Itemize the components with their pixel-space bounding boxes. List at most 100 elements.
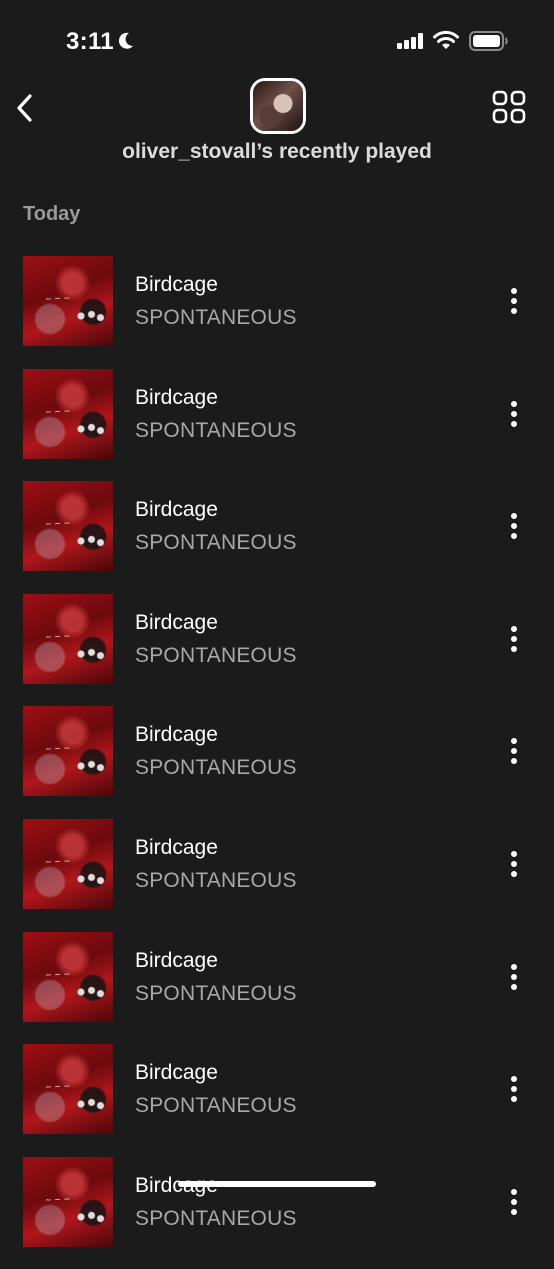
cover-art-detail [75, 758, 105, 775]
album-cover: ~ ~ ~ [23, 931, 113, 1022]
more-options-button[interactable] [500, 960, 528, 994]
cover-art-text: ~ ~ ~ [44, 518, 71, 529]
more-dot-icon [511, 410, 517, 417]
more-dot-icon [511, 1188, 517, 1195]
track-title: Birdcage [135, 385, 218, 409]
more-options-button[interactable] [500, 509, 528, 543]
status-bar: 3:11 [0, 0, 554, 80]
cover-art-text: ~ ~ ~ [44, 631, 71, 642]
cover-art-detail [75, 308, 105, 324]
track-list: ~ ~ ~ Birdcage SPONTANEOUS ~ ~ ~ Birdcage SPO… [0, 256, 554, 1269]
track-artist: SPONTANEOUS [135, 418, 297, 442]
battery-icon [469, 31, 508, 51]
album-cover: ~ ~ ~ [23, 1156, 113, 1247]
more-dot-icon [511, 635, 517, 642]
avatar-image [253, 81, 303, 131]
track-artist: SPONTANEOUS [135, 643, 297, 667]
cover-art-text: ~ ~ ~ [44, 856, 71, 867]
more-dot-icon [511, 288, 517, 294]
header: oliver_stovall’s recently played [0, 70, 554, 180]
section-label-today: Today [23, 203, 81, 225]
album-cover: ~ ~ ~ [23, 706, 113, 797]
status-time: 3:11 [66, 28, 114, 55]
more-dot-icon [511, 645, 517, 652]
track-title: Birdcage [135, 273, 218, 296]
album-cover: ~ ~ ~ [23, 593, 113, 684]
cover-art-detail [75, 1096, 105, 1113]
more-options-button[interactable] [500, 1072, 528, 1106]
track-artist: SPONTANEOUS [135, 756, 297, 780]
album-cover: ~ ~ ~ [23, 368, 113, 459]
more-dot-icon [511, 748, 517, 755]
album-cover: ~ ~ ~ [23, 1044, 113, 1135]
track-artist: SPONTANEOUS [135, 531, 297, 555]
more-dot-icon [511, 523, 517, 530]
track-artist: SPONTANEOUS [135, 981, 297, 1005]
track-title: Birdcage [135, 498, 218, 522]
cover-art-text: ~ ~ ~ [44, 293, 71, 304]
track-title: Birdcage [135, 723, 218, 747]
track-artist: SPONTANEOUS [135, 868, 297, 892]
track-artist: SPONTANEOUS [135, 306, 297, 329]
more-options-button[interactable] [500, 1185, 528, 1219]
more-dot-icon [511, 870, 517, 877]
track-row[interactable]: ~ ~ ~ Birdcage SPONTANEOUS [0, 931, 554, 1045]
cover-art-text: ~ ~ ~ [44, 743, 71, 755]
track-row[interactable]: ~ ~ ~ Birdcage SPONTANEOUS [0, 481, 554, 594]
chevron-left-icon [17, 94, 32, 122]
cover-art-detail [75, 983, 105, 1000]
more-options-button[interactable] [500, 397, 528, 431]
more-options-button[interactable] [500, 734, 528, 768]
more-dot-icon [511, 983, 517, 990]
more-dot-icon [511, 1086, 517, 1093]
more-options-button[interactable] [500, 622, 528, 656]
moon-icon [118, 32, 133, 49]
album-cover: ~ ~ ~ [23, 818, 113, 909]
track-row[interactable]: ~ ~ ~ Birdcage SPONTANEOUS [0, 1156, 554, 1269]
more-dot-icon [511, 625, 517, 632]
more-dot-icon [511, 973, 517, 980]
more-options-button[interactable] [500, 284, 528, 318]
cover-art-detail [75, 533, 105, 550]
avatar[interactable] [250, 78, 306, 134]
track-row[interactable]: ~ ~ ~ Birdcage SPONTANEOUS [0, 1044, 554, 1157]
back-button[interactable] [8, 88, 40, 128]
more-dot-icon [511, 1208, 517, 1215]
more-dot-icon [511, 420, 517, 427]
track-row[interactable]: ~ ~ ~ Birdcage SPONTANEOUS [0, 593, 554, 707]
track-row[interactable]: ~ ~ ~ Birdcage SPONTANEOUS [0, 256, 554, 369]
wifi-icon [433, 30, 459, 49]
more-dot-icon [511, 1076, 517, 1083]
album-cover: ~ ~ ~ [23, 256, 113, 346]
cellular-signal-icon [397, 33, 423, 49]
more-dot-icon [511, 850, 517, 857]
more-dot-icon [511, 1096, 517, 1103]
more-dot-icon [511, 533, 517, 540]
track-artist: SPONTANEOUS [135, 1094, 297, 1118]
more-dot-icon [511, 400, 517, 407]
cover-art-detail [75, 870, 105, 887]
more-dot-icon [511, 308, 517, 314]
home-indicator[interactable] [178, 1181, 376, 1187]
more-dot-icon [511, 758, 517, 765]
cover-art-text: ~ ~ ~ [44, 405, 71, 417]
track-title: Birdcage [135, 1061, 218, 1085]
more-options-button[interactable] [500, 847, 528, 881]
page-title: oliver_stovall’s recently played [122, 140, 432, 163]
cover-art-text: ~ ~ ~ [44, 1194, 71, 1205]
more-dot-icon [511, 738, 517, 745]
cover-art-detail [75, 1208, 105, 1225]
more-dot-icon [511, 298, 517, 304]
more-dot-icon [511, 860, 517, 867]
cover-art-text: ~ ~ ~ [44, 1081, 71, 1092]
more-dot-icon [511, 513, 517, 520]
grid-icon[interactable] [492, 90, 526, 124]
track-row[interactable]: ~ ~ ~ Birdcage SPONTANEOUS [0, 706, 554, 819]
track-row[interactable]: ~ ~ ~ Birdcage SPONTANEOUS [0, 818, 554, 932]
track-row[interactable]: ~ ~ ~ Birdcage SPONTANEOUS [0, 368, 554, 482]
cover-art-text: ~ ~ ~ [44, 968, 71, 980]
more-dot-icon [511, 963, 517, 970]
cover-art-detail [75, 645, 105, 662]
track-title: Birdcage [135, 610, 218, 634]
track-title: Birdcage [135, 835, 218, 859]
